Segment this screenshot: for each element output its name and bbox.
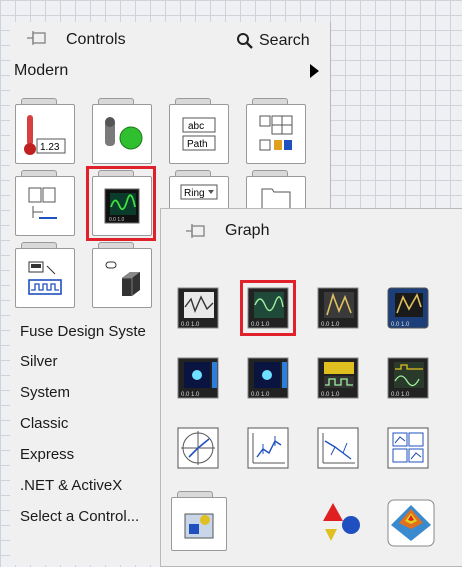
svg-text:Ring: Ring [184, 188, 205, 199]
array-matrix-icon [259, 115, 293, 151]
category-silver[interactable]: Silver [20, 353, 58, 370]
io-palette-icon[interactable] [15, 242, 75, 308]
svg-text:Path: Path [187, 139, 208, 150]
mixed-signal-icon[interactable]: 0.0 1.0 [387, 357, 429, 399]
ring-icon: Ring [180, 184, 218, 200]
category-classic[interactable]: Classic [20, 415, 68, 432]
intensity-chart-icon[interactable]: 0.0 1.0 [177, 357, 219, 399]
intensity-graph-icon[interactable]: 0.0 1.0 [247, 357, 289, 399]
3d-plot-icon[interactable] [317, 499, 363, 545]
svg-text:0.0 1.0: 0.0 1.0 [321, 392, 340, 398]
string-path-icon: abc Path [182, 117, 216, 151]
category-express[interactable]: Express [20, 446, 74, 463]
boolean-palette-icon[interactable] [92, 98, 152, 164]
svg-text:0.0 1.0: 0.0 1.0 [391, 392, 410, 398]
string-path-palette-icon[interactable]: abc Path [169, 98, 229, 164]
list-tree-icon [28, 187, 57, 219]
numeric-icon: 1.23 [24, 115, 66, 155]
graph-subpalette-header: Graph [161, 209, 462, 249]
category-modern-label: Modern [14, 62, 69, 79]
waveform-graph-highlight-box [240, 280, 296, 336]
compass-plot-icon[interactable] [177, 427, 219, 469]
array-cluster-palette-icon[interactable] [246, 98, 306, 164]
feather-plot-icon[interactable] [317, 427, 359, 469]
xy-graph-icon[interactable]: 0.0 1.0 [317, 287, 359, 329]
category-select-a-control[interactable]: Select a Control... [20, 508, 139, 525]
search-label: Search [259, 32, 310, 49]
list-table-tree-palette-icon[interactable] [15, 170, 75, 236]
category-modern-row[interactable]: Modern [10, 58, 330, 86]
pin-icon[interactable] [26, 30, 48, 48]
svg-text:0.0 1.0: 0.0 1.0 [321, 322, 340, 328]
graph-highlight-box [86, 166, 156, 241]
waveform-chart-icon[interactable]: 0.0 1.0 [177, 287, 219, 329]
category-fuse-design-system[interactable]: Fuse Design Syste [20, 323, 146, 340]
svg-text:0.0 1.0: 0.0 1.0 [251, 392, 270, 398]
io-icon [28, 261, 62, 295]
ex-xy-graph-icon[interactable]: 0.0 1.0 [387, 287, 429, 329]
graph-subpalette: Graph 0.0 1.0 0.0 1.0 0.0 1.0 0.0 1.0 0.… [160, 208, 462, 567]
pin-icon[interactable] [185, 223, 207, 241]
search-button[interactable]: Search [236, 28, 326, 54]
controls-palette-header: Controls Search [10, 22, 330, 58]
category-dotnet-activex[interactable]: .NET & ActiveX [20, 477, 122, 494]
palette-title: Controls [66, 31, 126, 48]
toggle-led-icon [105, 117, 143, 150]
variant-class-palette-icon[interactable] [92, 242, 152, 308]
search-icon [237, 33, 253, 49]
svg-text:1.23: 1.23 [40, 142, 60, 153]
svg-text:0.0 1.0: 0.0 1.0 [391, 322, 410, 328]
cube-icon [105, 261, 140, 296]
xy-plot-matrix-icon[interactable] [387, 427, 429, 469]
3d-surface-icon[interactable] [387, 499, 435, 547]
svg-text:0.0 1.0: 0.0 1.0 [181, 392, 200, 398]
error-bar-plot-icon[interactable] [247, 427, 289, 469]
numeric-palette-icon[interactable]: 1.23 [15, 98, 75, 164]
controls-3d-icon [184, 513, 214, 539]
svg-text:0.0 1.0: 0.0 1.0 [181, 322, 200, 328]
digital-waveform-icon[interactable]: 0.0 1.0 [317, 357, 359, 399]
subpalette-title: Graph [225, 222, 270, 239]
category-system[interactable]: System [20, 384, 70, 401]
svg-text:abc: abc [188, 121, 204, 132]
submenu-arrow-icon [310, 64, 319, 78]
controls-3d-folder[interactable] [171, 491, 227, 553]
